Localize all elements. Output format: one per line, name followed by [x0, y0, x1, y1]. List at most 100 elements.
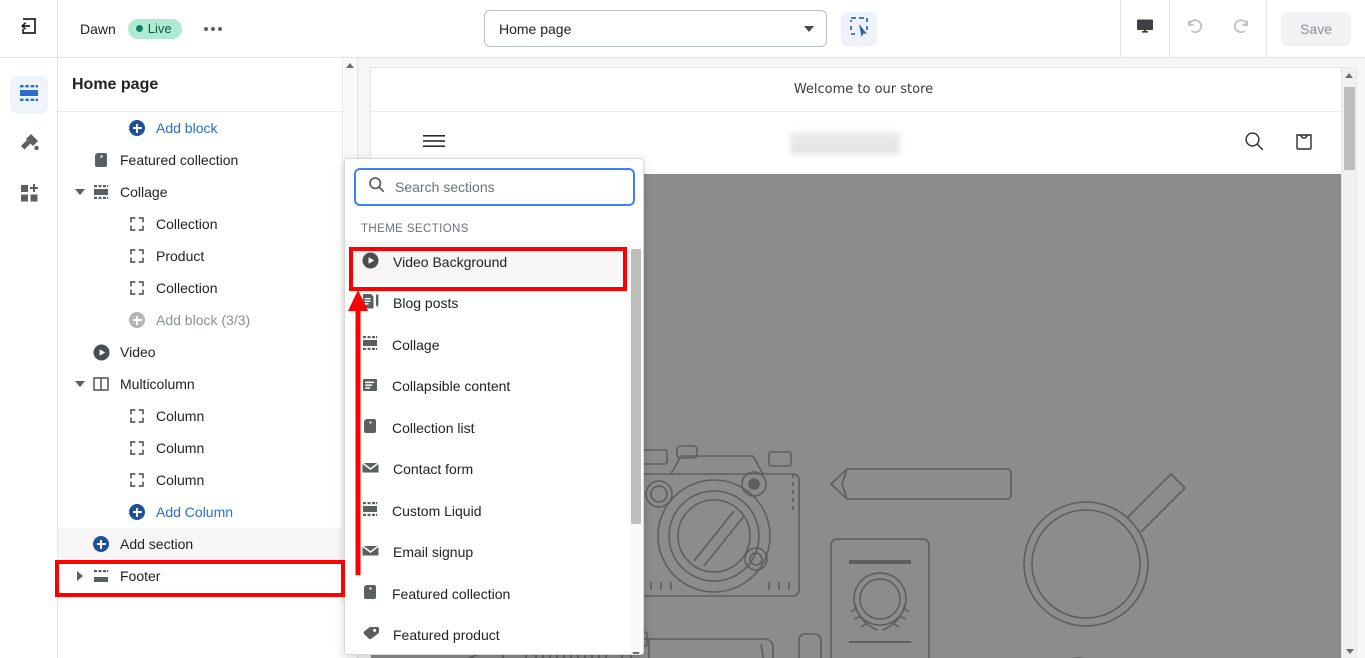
chevron-right-icon[interactable] — [77, 571, 83, 581]
hamburger-menu-icon[interactable] — [421, 131, 447, 156]
collection-tag-icon — [364, 419, 376, 434]
layer-row-collage[interactable]: Collage — [58, 176, 357, 208]
shopping-bag-icon[interactable] — [1292, 129, 1316, 158]
scroll-down-icon[interactable] — [632, 652, 640, 654]
layer-row-add-column[interactable]: Add Column — [58, 496, 357, 528]
page-selector-group: Home page — [484, 10, 877, 47]
save-button[interactable]: Save — [1281, 11, 1351, 46]
layer-row-icon — [124, 280, 150, 296]
layer-row-icon — [124, 408, 150, 424]
picker-item-collection-list[interactable]: Collection list — [345, 407, 643, 449]
layer-row-video[interactable]: Video — [58, 336, 357, 368]
picker-item-collapsible-content[interactable]: Collapsible content — [345, 366, 643, 408]
layer-row-multicolumn[interactable]: Multicolumn — [58, 368, 357, 400]
layer-row-collection[interactable]: Collection — [58, 208, 357, 240]
status-badge-label: Live — [147, 20, 172, 36]
undo-icon — [1183, 15, 1205, 42]
picker-scroll-area: Video Background Blog posts Collage Collaps… — [345, 241, 643, 655]
exit-editor-button[interactable] — [0, 0, 58, 57]
envelope-icon — [362, 545, 379, 556]
picker-item-featured-collection[interactable]: Featured collection — [345, 573, 643, 615]
layer-row-add-block[interactable]: Add block — [58, 112, 357, 144]
layer-row-label: Add block — [156, 120, 218, 136]
layer-row-label: Add Column — [156, 504, 234, 520]
layer-row-column[interactable]: Column — [58, 464, 357, 496]
layer-row-icon — [88, 343, 114, 362]
block-brackets-icon — [130, 441, 144, 455]
picker-item-custom-liquid[interactable]: Custom Liquid — [345, 490, 643, 532]
plus-circle-icon — [129, 312, 145, 328]
redo-icon — [1231, 15, 1253, 42]
layer-row-add-section[interactable]: Add section — [58, 528, 357, 560]
more-actions-button[interactable] — [194, 19, 232, 39]
scroll-up-icon[interactable] — [1345, 73, 1353, 78]
sections-icon — [17, 81, 41, 110]
rail-item-apps[interactable] — [10, 176, 48, 214]
layer-row-icon — [88, 375, 114, 393]
picker-item-icon — [361, 541, 380, 563]
search-icon[interactable] — [1242, 129, 1266, 158]
scroll-up-icon[interactable] — [346, 63, 354, 68]
undo-button[interactable] — [1170, 0, 1218, 57]
top-bar: Dawn Live Home page Save — [0, 0, 1365, 58]
picker-item-icon — [361, 458, 380, 480]
preview-scrollbar[interactable] — [1341, 68, 1356, 658]
layer-row-label: Featured collection — [120, 152, 239, 168]
rail-item-sections[interactable] — [9, 76, 48, 114]
plus-circle-icon — [93, 536, 109, 552]
picker-item-video-background[interactable]: Video Background — [345, 241, 643, 283]
picker-item-contact-form[interactable]: Contact form — [345, 449, 643, 491]
layer-row-icon — [124, 120, 150, 136]
twisty — [72, 189, 88, 195]
video-play-icon — [93, 344, 109, 360]
picker-item-blog-posts[interactable]: Blog posts — [345, 283, 643, 325]
scrollbar-thumb[interactable] — [1344, 87, 1355, 170]
layers-list[interactable]: Add block Featured collection Collage Colle… — [58, 112, 357, 658]
picker-item-icon — [361, 500, 379, 521]
exit-arrow-icon — [19, 16, 39, 41]
layer-row-icon — [124, 216, 150, 232]
picker-item-label: Video Background — [393, 253, 508, 270]
section-picker-dropdown: Search sections THEME SECTIONS Video Bac… — [344, 158, 644, 655]
picker-item-label: Featured collection — [392, 585, 511, 602]
envelope-icon — [362, 462, 379, 473]
page-selector[interactable]: Home page — [484, 10, 827, 47]
rail-item-theme-settings[interactable] — [10, 126, 48, 164]
picker-item-label: Collection list — [392, 419, 475, 436]
layer-row-icon — [124, 248, 150, 264]
picker-scrollbar[interactable] — [629, 241, 643, 654]
layer-row-footer[interactable]: Footer — [58, 560, 357, 592]
chevron-down-icon[interactable] — [75, 381, 85, 387]
theme-editor-app: Dawn Live Home page Save Home page Add b… — [0, 0, 1365, 658]
top-bar-right: Save — [1120, 0, 1365, 57]
picker-list[interactable]: Video Background Blog posts Collage Collaps… — [345, 241, 643, 655]
picker-item-featured-product[interactable]: Featured product — [345, 615, 643, 655]
layers-panel: Home page Add block Featured collection Co… — [58, 58, 358, 658]
block-brackets-icon — [130, 409, 144, 423]
redo-button[interactable] — [1218, 0, 1266, 57]
layer-row-icon — [88, 536, 114, 552]
chevron-down-icon — [804, 25, 814, 32]
search-sections-field[interactable]: Search sections — [354, 168, 635, 206]
multicolumn-icon — [93, 377, 109, 391]
scroll-down-icon[interactable] — [1345, 649, 1354, 654]
apps-icon — [17, 181, 41, 210]
select-region-button[interactable] — [841, 11, 877, 46]
layer-row-icon — [124, 312, 150, 328]
layer-row-column[interactable]: Column — [58, 400, 357, 432]
layer-row-product[interactable]: Product — [58, 240, 357, 272]
layer-row-column[interactable]: Column — [58, 432, 357, 464]
device-preview-button[interactable] — [1121, 0, 1169, 57]
chevron-down-icon[interactable] — [75, 189, 85, 195]
layer-row-add-block-3-3[interactable]: Add block (3/3) — [58, 304, 357, 336]
plus-circle-icon — [129, 504, 145, 520]
block-brackets-icon — [130, 217, 144, 231]
picker-item-label: Contact form — [393, 461, 474, 478]
layer-row-featured-collection[interactable]: Featured collection — [58, 144, 357, 176]
picker-item-email-signup[interactable]: Email signup — [345, 532, 643, 574]
layer-row-collection[interactable]: Collection — [58, 272, 357, 304]
picker-item-collage[interactable]: Collage — [345, 324, 643, 366]
picker-item-icon — [361, 624, 380, 646]
select-region-icon — [848, 15, 870, 42]
scrollbar-thumb[interactable] — [631, 249, 641, 524]
